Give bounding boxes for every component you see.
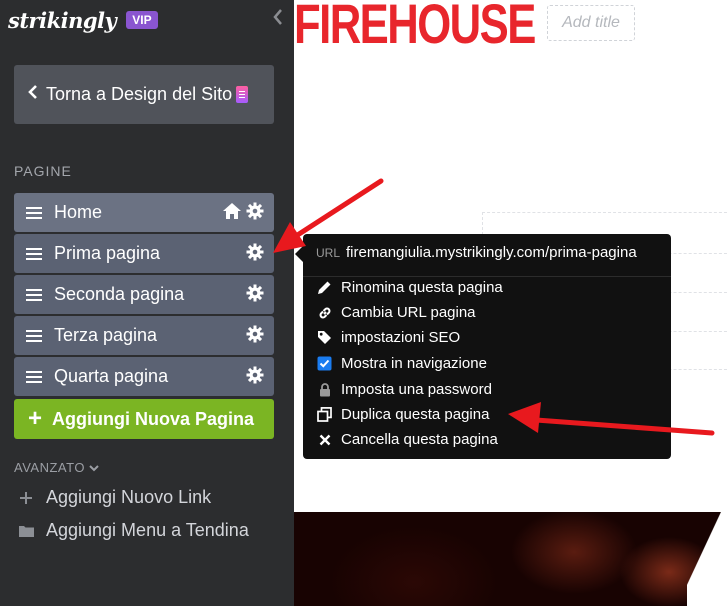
page-item-label: Terza pagina bbox=[54, 325, 158, 345]
back-button-label: Torna a Design del Sito bbox=[46, 84, 233, 104]
url-label: URL bbox=[316, 246, 341, 260]
gear-icon[interactable] bbox=[246, 366, 264, 389]
page-item-label: Prima pagina bbox=[54, 243, 161, 263]
menu-item-label: Cambia URL pagina bbox=[341, 304, 476, 321]
checkbox-icon[interactable] bbox=[316, 355, 333, 372]
menu-item-label: Rinomina questa pagina bbox=[341, 279, 503, 296]
add-title-placeholder[interactable]: Add title bbox=[547, 5, 635, 41]
drag-handle-icon[interactable] bbox=[26, 329, 42, 342]
document-icon bbox=[236, 86, 249, 103]
strikingly-logo[interactable]: strikingly bbox=[8, 8, 117, 33]
plus-icon bbox=[18, 491, 34, 505]
gear-icon[interactable] bbox=[246, 243, 264, 266]
chevron-down-icon bbox=[89, 460, 99, 475]
page-item-terza-pagina[interactable]: Terza pagina bbox=[14, 316, 274, 355]
page-item-label: Quarta pagina bbox=[54, 366, 169, 386]
drag-handle-icon[interactable] bbox=[26, 288, 42, 301]
back-to-site-design-button[interactable]: Torna a Design del Sito bbox=[14, 65, 274, 124]
page-item-prima-pagina[interactable]: Prima pagina bbox=[14, 234, 274, 273]
page-settings-menu: URL firemangiulia.mystrikingly.com/prima… bbox=[295, 234, 671, 459]
drag-handle-icon[interactable] bbox=[26, 206, 42, 219]
page-url-row: URL firemangiulia.mystrikingly.com/prima… bbox=[316, 244, 637, 261]
vip-badge: VIP bbox=[126, 11, 158, 29]
rename-page-menu-item[interactable]: Rinomina questa pagina bbox=[316, 279, 503, 296]
drag-handle-icon[interactable] bbox=[26, 370, 42, 383]
editor-sidebar: strikingly VIP Torna a Design del Sito P… bbox=[0, 0, 294, 606]
page-url-value[interactable]: firemangiulia.mystrikingly.com/prima-pag… bbox=[346, 244, 637, 261]
logo-row: strikingly VIP bbox=[8, 6, 158, 34]
site-logo[interactable]: FIREHOUSE bbox=[294, 0, 535, 50]
menu-item-label: Mostra in navigazione bbox=[341, 355, 487, 372]
hero-image bbox=[294, 512, 727, 606]
link-icon bbox=[316, 304, 333, 321]
page-item-label: Home bbox=[54, 202, 103, 222]
gear-icon[interactable] bbox=[246, 325, 264, 348]
add-dropdown-label: Aggiungi Menu a Tendina bbox=[46, 520, 249, 540]
duplicate-page-menu-item[interactable]: Duplica questa pagina bbox=[316, 406, 489, 423]
x-icon bbox=[316, 431, 333, 448]
page-item-seconda-pagina[interactable]: Seconda pagina bbox=[14, 275, 274, 314]
copy-icon bbox=[316, 406, 333, 423]
change-url-menu-item[interactable]: Cambia URL pagina bbox=[316, 304, 476, 321]
set-password-menu-item[interactable]: Imposta una password bbox=[316, 381, 492, 398]
advanced-label: AVANZATO bbox=[14, 460, 85, 475]
menu-item-label: Imposta una password bbox=[341, 381, 492, 398]
gear-icon[interactable] bbox=[246, 284, 264, 307]
add-page-label: Aggiungi Nuova Pagina bbox=[52, 408, 255, 429]
lock-icon bbox=[316, 381, 333, 398]
delete-page-menu-item[interactable]: Cancella questa pagina bbox=[316, 431, 498, 448]
add-new-page-button[interactable]: + Aggiungi Nuova Pagina bbox=[14, 399, 274, 439]
menu-divider bbox=[303, 276, 671, 277]
collapse-sidebar-chevron-left-icon[interactable] bbox=[272, 8, 284, 31]
pages-section-title: PAGINE bbox=[14, 163, 72, 179]
add-link-label: Aggiungi Nuovo Link bbox=[46, 487, 212, 507]
chevron-left-icon bbox=[28, 83, 38, 106]
plus-icon: + bbox=[28, 405, 43, 432]
page-item-quarta-pagina[interactable]: Quarta pagina bbox=[14, 357, 274, 396]
add-new-link-button[interactable]: Aggiungi Nuovo Link bbox=[18, 487, 211, 508]
drag-handle-icon[interactable] bbox=[26, 247, 42, 260]
menu-item-label: impostazioni SEO bbox=[341, 329, 461, 346]
page-item-label: Seconda pagina bbox=[54, 284, 185, 304]
folder-icon bbox=[18, 525, 34, 537]
tag-icon bbox=[316, 329, 333, 346]
show-in-navigation-toggle[interactable]: Mostra in navigazione bbox=[316, 355, 487, 372]
menu-item-label: Cancella questa pagina bbox=[341, 431, 498, 448]
home-icon bbox=[222, 202, 242, 225]
page-item-home[interactable]: Home bbox=[14, 193, 274, 232]
advanced-toggle[interactable]: AVANZATO bbox=[14, 460, 99, 475]
gear-icon[interactable] bbox=[246, 202, 264, 225]
menu-item-label: Duplica questa pagina bbox=[341, 406, 490, 423]
seo-settings-menu-item[interactable]: impostazioni SEO bbox=[316, 329, 460, 346]
add-dropdown-menu-button[interactable]: Aggiungi Menu a Tendina bbox=[18, 520, 249, 541]
pencil-icon bbox=[316, 279, 333, 296]
